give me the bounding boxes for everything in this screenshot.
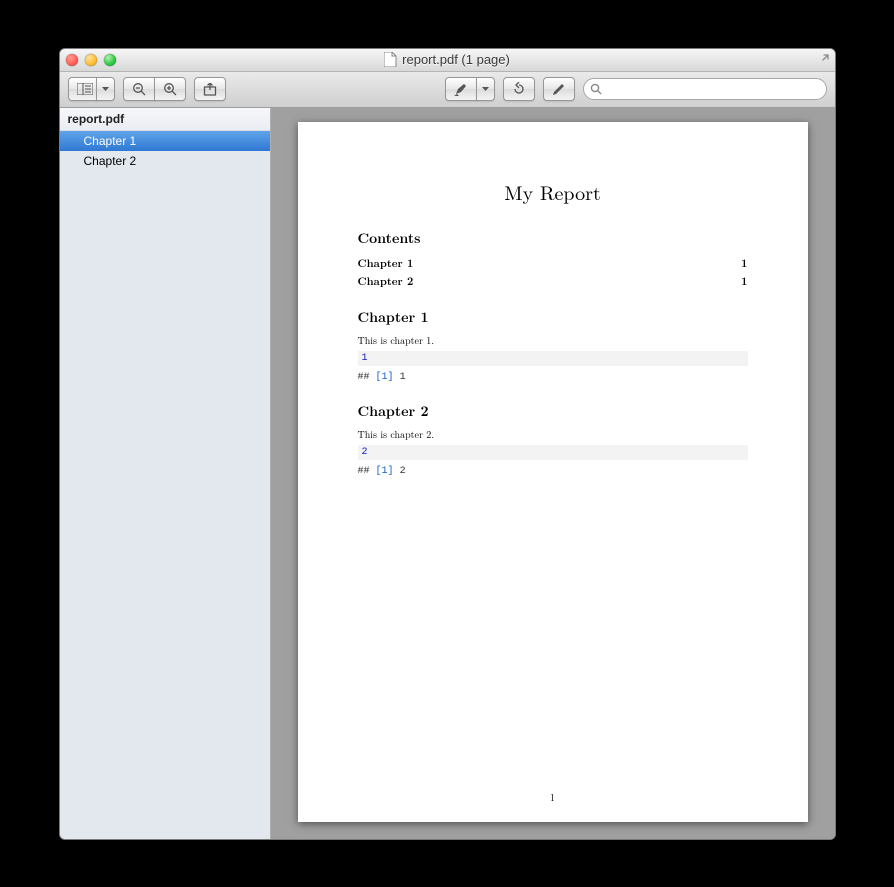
toc-page: 1 [741,274,747,289]
search-input[interactable] [606,81,820,97]
contents-heading: Contents [358,228,748,248]
search-icon [590,83,602,95]
window-body: report.pdf Chapter 1 Chapter 2 My Report… [60,108,835,839]
preview-window: report.pdf (1 page) [59,48,836,840]
share-button[interactable] [194,77,226,101]
view-mode-dropdown[interactable] [96,77,115,101]
sidebar: report.pdf Chapter 1 Chapter 2 [60,108,271,839]
highlight-dropdown[interactable] [476,77,495,101]
search-field[interactable] [583,78,827,100]
toc-row: Chapter 1 1 [358,256,748,271]
zoom-group [123,77,186,101]
zoom-out-button[interactable] [123,77,155,101]
toolbar [60,72,835,108]
markup-button[interactable] [543,77,575,101]
document-icon [384,52,397,67]
document-viewport[interactable]: My Report Contents Chapter 1 1 Chapter 2… [271,108,835,839]
rotate-button[interactable] [503,77,535,101]
document-title: My Report [358,177,748,206]
titlebar: report.pdf (1 page) [60,49,835,72]
chapter-body: This is chapter 2. [358,427,748,441]
toc-row: Chapter 2 1 [358,274,748,289]
code-output-prefix: ## [358,372,370,383]
sidebar-item-chapter-1[interactable]: Chapter 1 [60,131,270,151]
code-output-value: 1 [400,372,406,383]
code-input: 2 [358,445,748,460]
code-output-prefix: ## [358,466,370,477]
highlight-group [445,77,495,101]
zoom-in-button[interactable] [154,77,186,101]
view-mode-group [68,77,115,101]
toc-label: Chapter 1 [358,256,414,271]
sidebar-item-chapter-2[interactable]: Chapter 2 [60,151,270,171]
code-input: 1 [358,351,748,366]
chapter-heading: Chapter 2 [358,401,748,421]
code-output: ## [1] 1 [358,372,748,383]
minimize-button[interactable] [85,54,97,66]
view-mode-button[interactable] [68,77,97,101]
window-controls [66,54,116,66]
toc-page: 1 [741,256,747,271]
close-button[interactable] [66,54,78,66]
chapter-heading: Chapter 1 [358,307,748,327]
page-number: 1 [298,790,808,804]
chapter-body: This is chapter 1. [358,333,748,347]
code-output-value: 2 [400,466,406,477]
window-title-text: report.pdf (1 page) [402,52,510,67]
zoom-button[interactable] [104,54,116,66]
code-output: ## [1] 2 [358,466,748,477]
sidebar-filename[interactable]: report.pdf [60,108,270,131]
pdf-page: My Report Contents Chapter 1 1 Chapter 2… [298,122,808,822]
fullscreen-icon[interactable] [817,54,829,66]
toc-label: Chapter 2 [358,274,414,289]
window-title: report.pdf (1 page) [60,49,835,71]
code-output-index: [1] [376,466,394,477]
code-output-index: [1] [376,372,394,383]
highlight-button[interactable] [445,77,477,101]
